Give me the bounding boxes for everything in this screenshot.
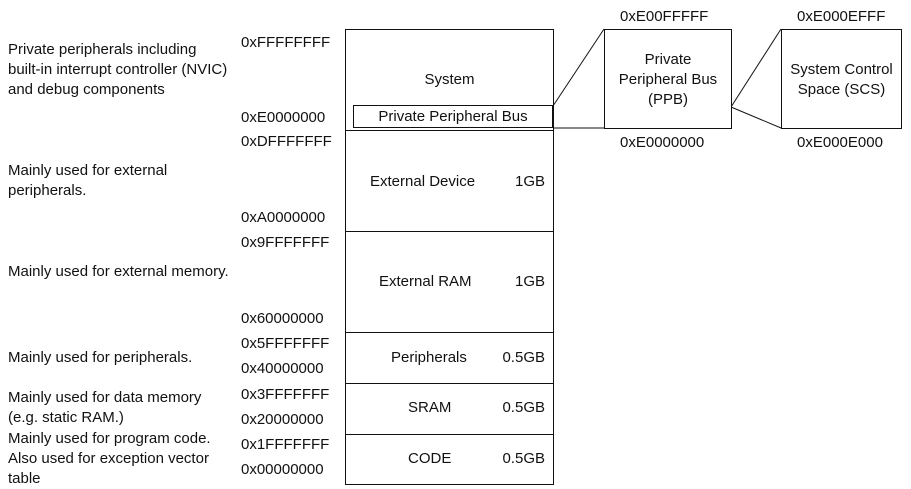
scs-zoom-line-top [730, 28, 782, 108]
address-code-bottom: 0x00000000 [241, 461, 324, 478]
description-system: Private peripherals including built-in i… [8, 41, 228, 98]
address-external-ram-bottom: 0x60000000 [241, 310, 324, 327]
ppb-zoom-label: Private Peripheral Bus (PPB) [618, 51, 718, 108]
region-peripherals-name: Peripherals [391, 349, 467, 366]
region-sram-size: 0.5GB [502, 399, 545, 416]
ppb-top-address: 0xE00FFFFF [620, 8, 709, 25]
region-external-ram-name: External RAM [379, 273, 472, 290]
address-peripherals-bottom: 0x40000000 [241, 360, 324, 377]
region-external-ram: External RAM 1GB [345, 231, 554, 333]
ppb-zoom-line-top [552, 28, 605, 107]
region-external-device-name: External Device [370, 173, 476, 190]
region-peripherals: Peripherals 0.5GB [345, 332, 554, 384]
region-external-device-size: 1GB [514, 173, 545, 190]
scs-top-address: 0xE000EFFF [797, 8, 886, 25]
ppb-zoom-box: Private Peripheral Bus (PPB) [604, 29, 732, 129]
address-external-device-top: 0xDFFFFFFF [241, 133, 332, 150]
address-sram-top: 0x3FFFFFFF [241, 386, 330, 403]
address-sram-bottom: 0x20000000 [241, 411, 324, 428]
region-code-name: CODE [408, 450, 452, 467]
address-system-bottom: 0xE0000000 [241, 109, 326, 126]
scs-zoom-line-bottom [730, 106, 782, 129]
region-system-name: System [424, 71, 475, 88]
address-external-ram-top: 0x9FFFFFFF [241, 234, 330, 251]
region-sram: SRAM 0.5GB [345, 383, 554, 435]
address-external-device-bottom: 0xA0000000 [241, 209, 326, 226]
region-sram-name: SRAM [408, 399, 452, 416]
scs-zoom-box: System Control Space (SCS) [781, 29, 902, 129]
region-peripherals-size: 0.5GB [502, 349, 545, 366]
scs-zoom-label: System Control Space (SCS) [790, 61, 893, 98]
description-code: Mainly used for program code. Also used … [8, 430, 211, 487]
region-private-peripheral-bus: Private Peripheral Bus [353, 105, 553, 128]
region-code-size: 0.5GB [502, 450, 545, 467]
region-ppb-label: Private Peripheral Bus [378, 108, 528, 125]
region-code: CODE 0.5GB [345, 434, 554, 485]
scs-bottom-address: 0xE000E000 [797, 134, 883, 151]
address-peripherals-top: 0x5FFFFFFF [241, 335, 330, 352]
ppb-bottom-address: 0xE0000000 [620, 134, 705, 151]
address-system-top: 0xFFFFFFFF [241, 34, 331, 51]
address-code-top: 0x1FFFFFFF [241, 436, 330, 453]
region-external-ram-size: 1GB [514, 273, 545, 290]
region-external-device: External Device 1GB [345, 130, 554, 232]
description-external-device: Mainly used for external peripherals. [8, 162, 168, 199]
description-sram: Mainly used for data memory (e.g. static… [8, 389, 202, 426]
description-peripherals: Mainly used for peripherals. [8, 349, 193, 366]
description-external-ram: Mainly used for external memory. [8, 263, 229, 280]
